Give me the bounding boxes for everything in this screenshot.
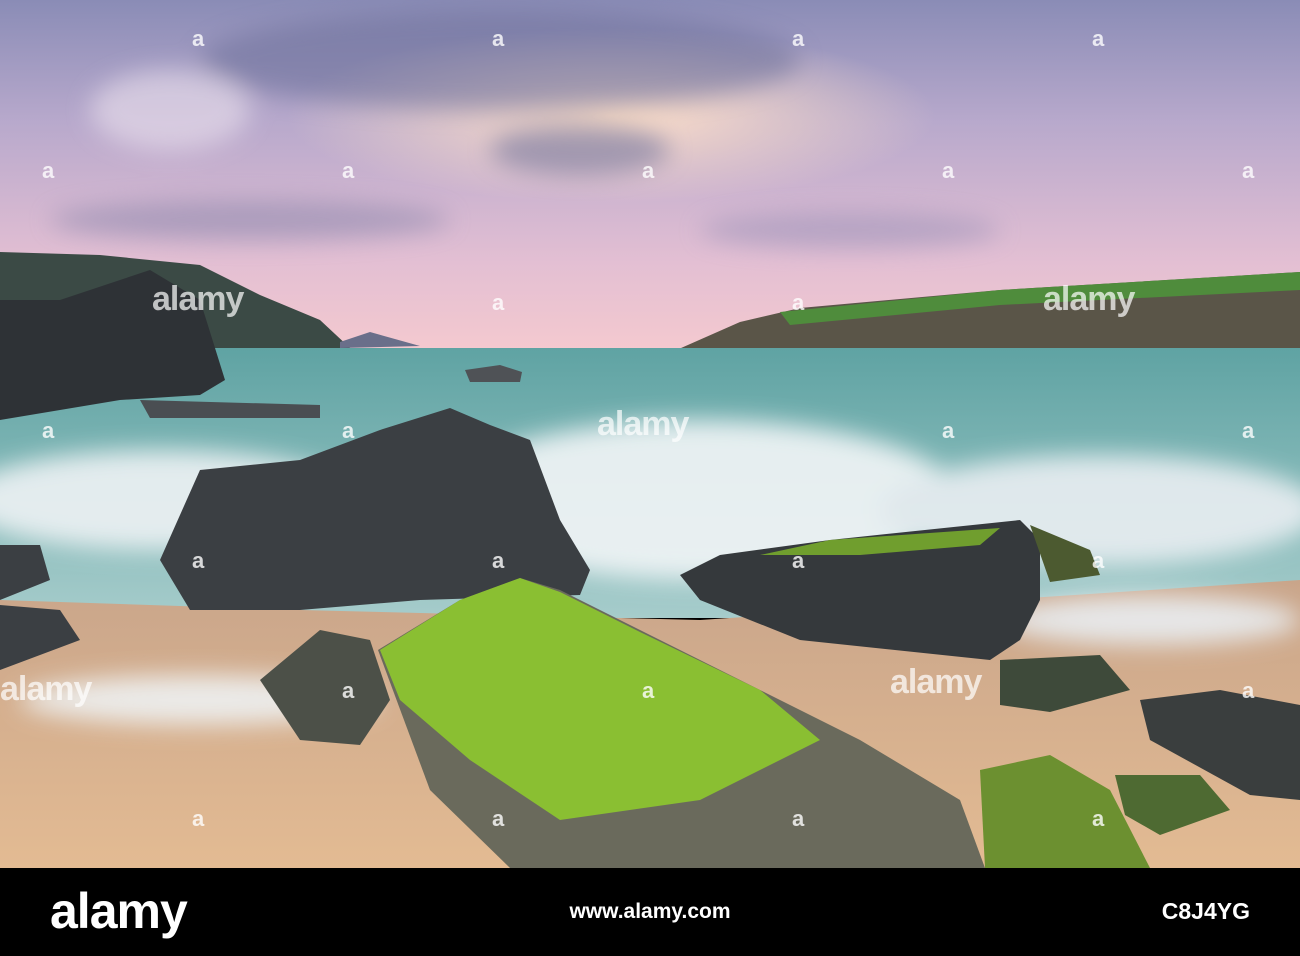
watermark-mark: a	[792, 26, 805, 51]
image-id: C8J4YG	[1161, 898, 1250, 924]
site-url: www.alamy.com	[569, 900, 731, 923]
watermark-mark: a	[492, 548, 505, 573]
watermark-mark: a	[42, 158, 55, 183]
watermark-mark: a	[1092, 806, 1105, 831]
watermark-mark: a	[342, 158, 355, 183]
watermark-mark: a	[342, 678, 355, 703]
watermark-mark: a	[942, 158, 955, 183]
watermark-mark: a	[642, 158, 655, 183]
watermark-mark: a	[1092, 548, 1105, 573]
watermark-mark: a	[1242, 678, 1255, 703]
watermark-mark: a	[792, 290, 805, 315]
watermark-mark: a	[642, 678, 655, 703]
watermark-mark: a	[342, 418, 355, 443]
watermark-mark: a	[192, 26, 205, 51]
watermark-mark: a	[1092, 26, 1105, 51]
watermark-text: alamy	[1043, 280, 1135, 318]
watermark-text: alamy	[152, 280, 244, 318]
watermark-mark: a	[192, 806, 205, 831]
watermark-mark: a	[942, 418, 955, 443]
watermark-mark: a	[42, 418, 55, 443]
watermark-mark: a	[492, 806, 505, 831]
watermark-mark: a	[792, 548, 805, 573]
watermark-text: alamy	[597, 405, 689, 443]
watermark-mark: a	[792, 806, 805, 831]
watermark-mark: a	[1242, 158, 1255, 183]
watermark-mark: a	[492, 290, 505, 315]
watermark-text: alamy	[0, 670, 92, 708]
watermark-mark: a	[192, 548, 205, 573]
watermark-text: alamy	[890, 663, 982, 701]
footer-bar: alamy www.alamy.com C8J4YG	[0, 868, 1300, 956]
watermark-mark: a	[492, 26, 505, 51]
watermark-mark: a	[1242, 418, 1255, 443]
